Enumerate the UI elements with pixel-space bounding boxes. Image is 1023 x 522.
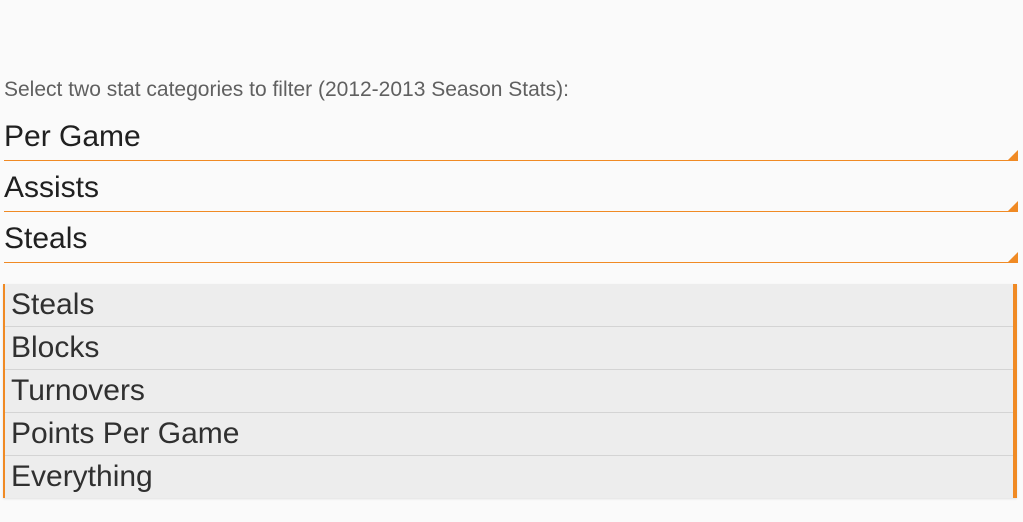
dropdown-option-everything[interactable]: Everything xyxy=(5,456,1013,498)
main-content: Select two stat categories to filter (20… xyxy=(0,0,1023,263)
selector-2[interactable]: Assists xyxy=(4,165,1018,212)
dropdown-triangle-icon xyxy=(1008,150,1018,160)
dropdown-triangle-icon xyxy=(1008,201,1018,211)
selector-2-value: Assists xyxy=(4,171,99,204)
dropdown-option-turnovers[interactable]: Turnovers xyxy=(5,370,1013,413)
instruction-label: Select two stat categories to filter (20… xyxy=(4,78,1018,102)
dropdown-panel: Steals Blocks Turnovers Points Per Game … xyxy=(3,284,1017,498)
dropdown-option-steals[interactable]: Steals xyxy=(5,284,1013,327)
dropdown-option-blocks[interactable]: Blocks xyxy=(5,327,1013,370)
dropdown-triangle-icon xyxy=(1008,252,1018,262)
selector-1-value: Per Game xyxy=(4,120,141,153)
dropdown-option-points-per-game[interactable]: Points Per Game xyxy=(5,413,1013,456)
selector-3[interactable]: Steals xyxy=(4,216,1018,263)
selector-3-value: Steals xyxy=(4,222,87,255)
selector-1[interactable]: Per Game xyxy=(4,114,1018,161)
